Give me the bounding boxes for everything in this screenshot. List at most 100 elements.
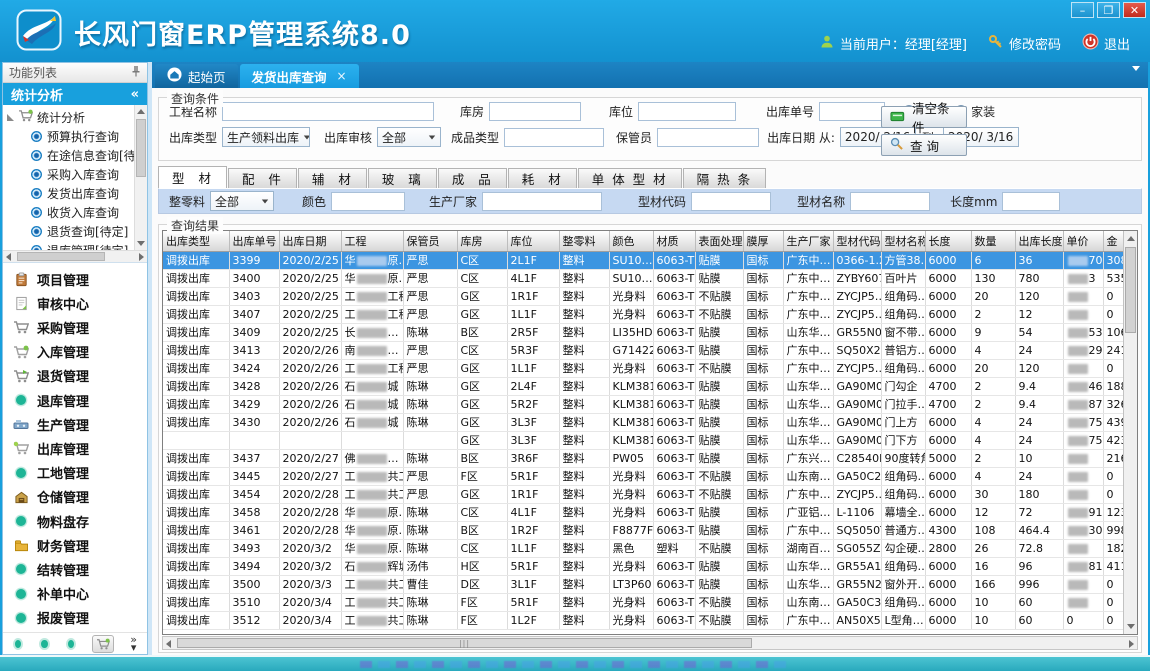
- table-row[interactable]: 调拨出库34132020/2/26南…严思C区5R3F整料G714226063-…: [163, 341, 1123, 359]
- column-header[interactable]: 材质: [653, 231, 695, 251]
- table-row[interactable]: 调拨出库34092020/2/25长…陈琳B区2R5F整料LI35HD6063-…: [163, 323, 1123, 341]
- column-header[interactable]: 库房: [457, 231, 507, 251]
- product-type-input[interactable]: [504, 128, 604, 147]
- manufacturer-input[interactable]: [482, 192, 602, 211]
- table-row[interactable]: 调拨出库34002020/2/25华原…严思C区4L1F整料SU10…6063-…: [163, 269, 1123, 287]
- table-row[interactable]: 调拨出库34542020/2/28工共工程严思G区1R1F整料光身料6063-T…: [163, 485, 1123, 503]
- material-tab[interactable]: 玻 璃: [368, 168, 437, 188]
- table-row[interactable]: 调拨出库34452020/2/27工共工程严思F区5R1F整料光身料6063-T…: [163, 467, 1123, 485]
- material-tab[interactable]: 隔 热 条: [683, 168, 766, 188]
- material-tab[interactable]: 配 件: [228, 168, 297, 188]
- column-header[interactable]: 长度: [925, 231, 971, 251]
- scrollbar-thumb[interactable]: [136, 119, 146, 177]
- column-header[interactable]: 数量: [971, 231, 1015, 251]
- outbound-type-select[interactable]: 生产领料出库: [222, 127, 310, 147]
- sidebar-menu-item[interactable]: 结转管理: [3, 558, 147, 580]
- tree-item[interactable]: 发货出库查询: [7, 184, 133, 203]
- sidebar-menu-item[interactable]: 财务管理: [3, 534, 147, 556]
- column-header[interactable]: 出库日期: [279, 231, 341, 251]
- close-button[interactable]: ✕: [1123, 2, 1146, 18]
- column-header[interactable]: 单价: [1063, 231, 1103, 251]
- scrollbar-thumb[interactable]: [17, 252, 105, 261]
- column-header[interactable]: 金: [1103, 231, 1123, 251]
- scrollbar-thumb[interactable]: [1125, 247, 1136, 333]
- column-header[interactable]: 整零料: [559, 231, 609, 251]
- module-dot-icon[interactable]: [66, 638, 76, 650]
- scrollbar-thumb[interactable]: |||: [177, 638, 752, 648]
- tree-item[interactable]: 采购入库查询: [7, 165, 133, 184]
- scroll-left-icon[interactable]: [166, 640, 171, 648]
- search-button[interactable]: 查 询: [881, 134, 967, 156]
- sidebar-menu-item[interactable]: 出库管理: [3, 437, 147, 459]
- column-header[interactable]: 膜厚: [743, 231, 783, 251]
- tree-item[interactable]: 预算执行查询: [7, 127, 133, 146]
- keeper-input[interactable]: [657, 128, 759, 147]
- sidebar-menu-item[interactable]: 报废管理: [3, 607, 147, 629]
- material-tab[interactable]: 耗 材: [508, 168, 577, 188]
- clear-conditions-button[interactable]: 清空条件: [881, 106, 967, 128]
- column-header[interactable]: 生产厂家: [783, 231, 833, 251]
- column-header[interactable]: 表面处理: [695, 231, 743, 251]
- minimize-button[interactable]: –: [1071, 2, 1094, 18]
- table-row[interactable]: 调拨出库35002020/3/3工共工程曹佳D区3L1F整料LT3P606063…: [163, 575, 1123, 593]
- sidebar-menu-item[interactable]: 仓储管理: [3, 486, 147, 508]
- cart-module-button[interactable]: [92, 635, 114, 653]
- table-row[interactable]: 调拨出库33992020/2/25华原…严思C区2L1F整料SU10…6063-…: [163, 251, 1123, 269]
- table-row[interactable]: 调拨出库34032020/2/25工工程严思G区1R1F整料光身料6063-T5…: [163, 287, 1123, 305]
- profile-name-input[interactable]: [850, 192, 930, 211]
- scroll-up-icon[interactable]: [137, 109, 145, 114]
- scroll-down-icon[interactable]: [1127, 624, 1135, 629]
- tree-item[interactable]: 收货入库查询: [7, 203, 133, 222]
- material-tab[interactable]: 成 品: [438, 168, 507, 188]
- sidebar-menu-item[interactable]: 生产管理: [3, 413, 147, 435]
- warehouse-input[interactable]: [489, 102, 581, 121]
- tab-outbound-query[interactable]: 发货出库查询 ×: [240, 64, 359, 88]
- tree-root-statistics[interactable]: 统计分析: [7, 107, 133, 127]
- profile-code-input[interactable]: [691, 192, 771, 211]
- grid-horizontal-scrollbar[interactable]: |||: [162, 636, 1138, 650]
- scroll-left-icon[interactable]: [6, 253, 11, 261]
- column-header[interactable]: 颜色: [609, 231, 653, 251]
- pin-icon[interactable]: [131, 65, 141, 80]
- length-input[interactable]: [1002, 192, 1060, 211]
- material-tab[interactable]: 单 体 型 材: [578, 168, 682, 188]
- column-header[interactable]: 型材代码: [833, 231, 881, 251]
- table-row[interactable]: 调拨出库34612020/2/28华原…陈琳B区1R2F整料F8877FT606…: [163, 521, 1123, 539]
- table-row[interactable]: 调拨出库34372020/2/27佛…陈琳B区3R6F整料PW056063-T5…: [163, 449, 1123, 467]
- tree-item[interactable]: 退货查询[待定]: [7, 222, 133, 241]
- table-row[interactable]: 调拨出库34072020/2/25工工程严思G区1L1F整料光身料6063-T5…: [163, 305, 1123, 323]
- table-row[interactable]: 调拨出库34302020/2/26石城陈琳G区3L3F整料KLM38176063…: [163, 413, 1123, 431]
- scroll-right-icon[interactable]: [139, 253, 144, 261]
- table-row[interactable]: 调拨出库35122020/3/4工共工程陈琳F区1L2F整料光身料6063-T5…: [163, 611, 1123, 629]
- module-dot-icon[interactable]: [13, 638, 23, 650]
- sidebar-menu-item[interactable]: 补单中心: [3, 583, 147, 605]
- color-input[interactable]: [331, 192, 405, 211]
- tab-close-icon[interactable]: ×: [337, 69, 347, 83]
- more-modules-button[interactable]: »▾: [130, 636, 137, 652]
- location-input[interactable]: [638, 102, 736, 121]
- table-row[interactable]: 调拨出库34942020/3/2石辉城汤伟H区5R1F整料光身料6063-T5贴…: [163, 557, 1123, 575]
- whole-part-select[interactable]: 全部: [210, 191, 274, 211]
- sidebar-menu-item[interactable]: 退货管理: [3, 365, 147, 387]
- table-row[interactable]: 调拨出库34582020/2/28华原…陈琳C区4L1F整料光身料6063-T5…: [163, 503, 1123, 521]
- table-row[interactable]: 调拨出库34932020/3/2华原…陈琳C区1L1F整料黑色塑料不贴膜国标湖南…: [163, 539, 1123, 557]
- scroll-right-icon[interactable]: [1129, 640, 1134, 648]
- table-row[interactable]: 调拨出库34282020/2/26石城陈琳G区2L4F整料KLM38176063…: [163, 377, 1123, 395]
- material-tab[interactable]: 型 材: [158, 166, 227, 188]
- sidebar-menu-item[interactable]: 退库管理: [3, 389, 147, 411]
- material-tab[interactable]: 辅 材: [298, 168, 367, 188]
- module-dot-icon[interactable]: [39, 638, 49, 650]
- tab-list-dropdown-icon[interactable]: [1132, 71, 1140, 90]
- scroll-down-icon[interactable]: [137, 241, 145, 246]
- tree-horizontal-scrollbar[interactable]: [3, 250, 147, 263]
- table-row[interactable]: 调拨出库34242020/2/26工工程严思G区1L1F整料光身料6063-T5…: [163, 359, 1123, 377]
- column-header[interactable]: 出库单号: [229, 231, 279, 251]
- logout-button[interactable]: 退出: [1082, 33, 1130, 54]
- table-row[interactable]: G区3L3F整料KLM38176063-T5贴膜国标山东华…GA90M09…门下…: [163, 431, 1123, 449]
- column-header[interactable]: 出库长度: [1015, 231, 1063, 251]
- scroll-up-icon[interactable]: [1127, 236, 1135, 241]
- column-header[interactable]: 库位: [507, 231, 559, 251]
- column-header[interactable]: 工程: [341, 231, 403, 251]
- audit-select[interactable]: 全部: [377, 127, 441, 147]
- sidebar-menu-item[interactable]: 采购管理: [3, 316, 147, 338]
